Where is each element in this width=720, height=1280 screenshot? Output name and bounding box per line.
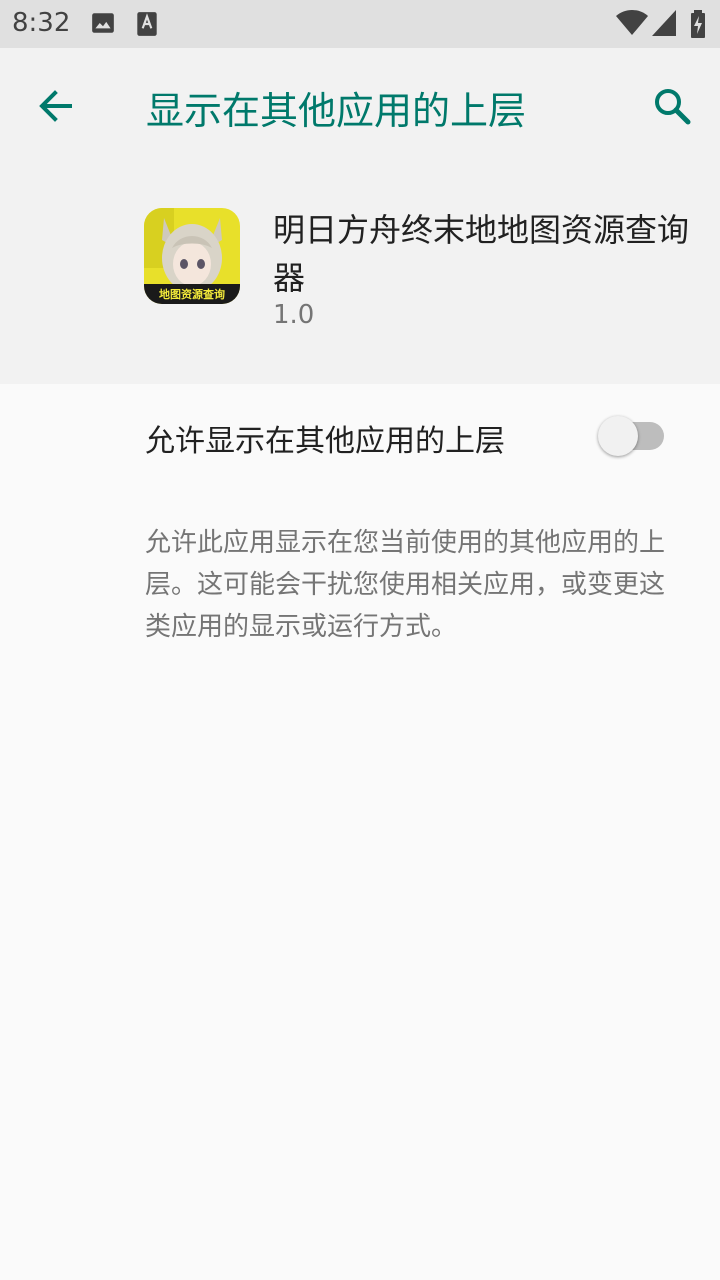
image-icon (90, 10, 116, 40)
app-icon: 地图资源查询 (144, 208, 240, 304)
preference-label: 允许显示在其他应用的上层 (145, 424, 505, 459)
accessibility-a-icon (134, 10, 160, 42)
status-bar: 8:32 (0, 0, 720, 48)
status-time: 8:32 (12, 8, 71, 38)
app-header: 地图资源查询 明日方舟终末地地图资源查询器 1.0 (0, 160, 720, 384)
search-button[interactable] (640, 76, 704, 136)
search-icon (640, 89, 704, 140)
page-title: 显示在其他应用的上层 (146, 89, 527, 133)
back-button[interactable] (26, 76, 86, 136)
allow-overlay-preference[interactable]: 允许显示在其他应用的上层 (0, 384, 720, 492)
allow-overlay-switch[interactable] (598, 414, 668, 458)
preference-description: 允许此应用显示在您当前使用的其他应用的上层。这可能会干扰您使用相关应用，或变更这… (145, 528, 666, 642)
app-bar: 显示在其他应用的上层 (0, 48, 720, 160)
arrow-back-icon (26, 90, 86, 140)
signal-icon (652, 10, 676, 40)
wifi-icon (616, 10, 648, 40)
battery-charging-icon (690, 10, 706, 42)
switch-thumb (598, 416, 638, 456)
app-name: 明日方舟终末地地图资源查询器 (273, 211, 690, 297)
svg-text:地图资源查询: 地图资源查询 (159, 287, 225, 301)
app-version: 1.0 (273, 300, 315, 330)
